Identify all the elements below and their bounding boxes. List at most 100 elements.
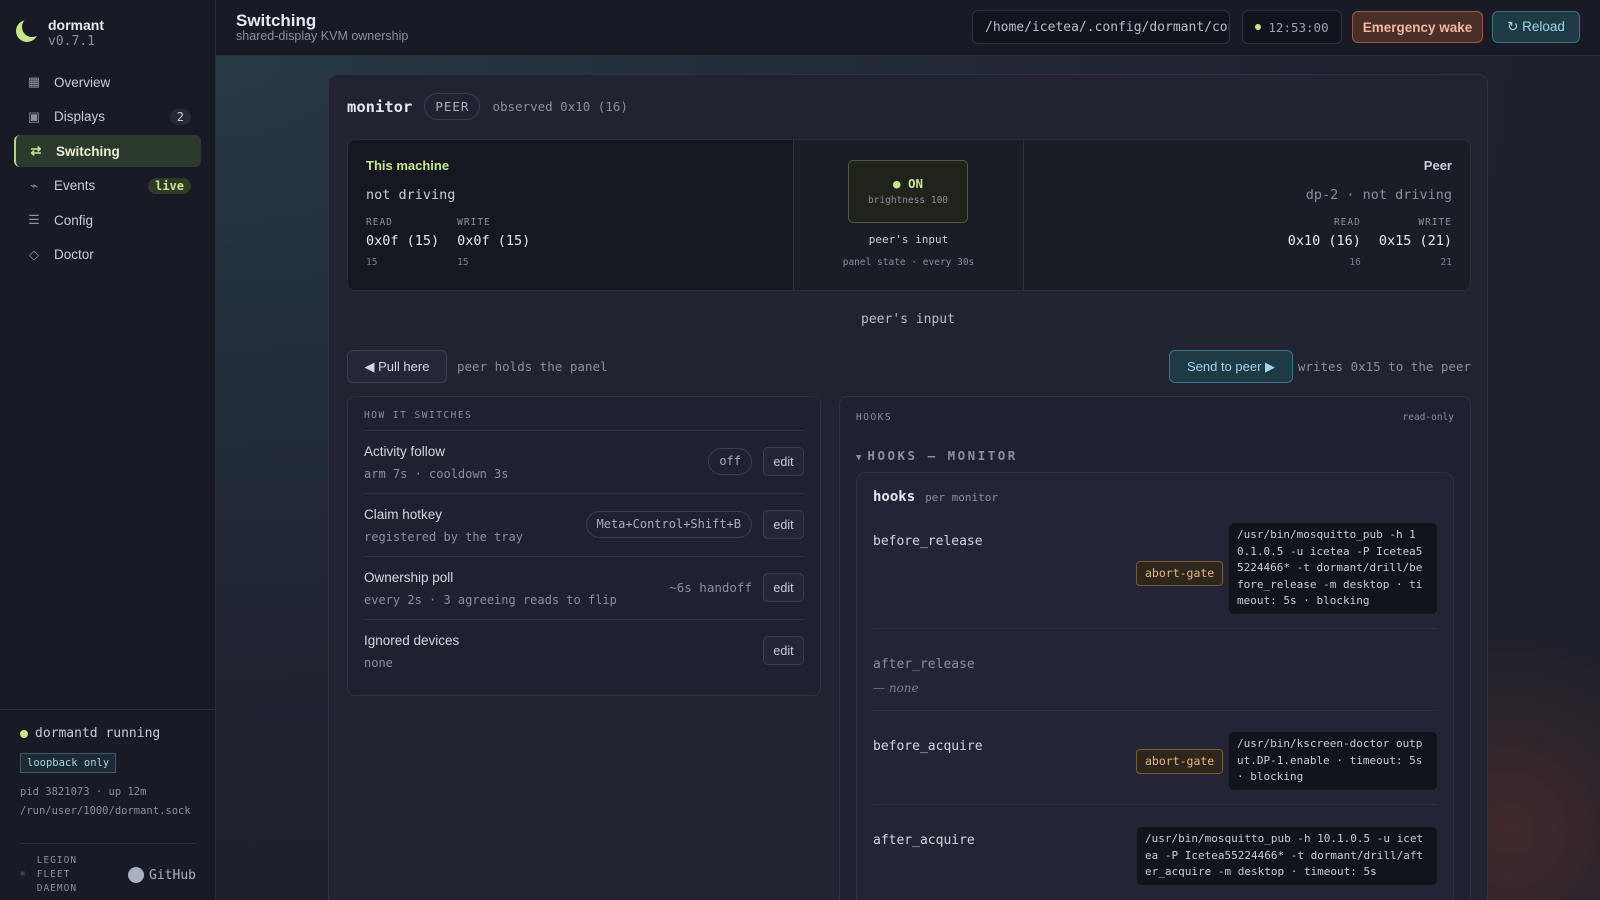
sidebar-item-label: Config xyxy=(54,212,94,228)
hooks-scope: per monitor xyxy=(925,491,999,504)
sidebar-item-doctor[interactable]: ◇ Doctor xyxy=(14,239,201,271)
reload-button[interactable]: ↻ Reload xyxy=(1492,11,1580,43)
activity-follow-state: off xyxy=(708,448,752,475)
diamond-icon: ◇ xyxy=(29,246,39,262)
monitor-header: monitor PEER observed 0x10 (16) xyxy=(347,93,628,120)
hook-before-release: before_release abort-gate /usr/bin/mosqu… xyxy=(873,505,1437,629)
clock-dot-icon xyxy=(1255,24,1262,30)
write-decimal: 21 xyxy=(1440,257,1452,268)
write-register: WRITE 0x15 (21) 21 xyxy=(1379,217,1452,268)
edit-button[interactable]: edit xyxy=(763,510,804,539)
panel-poll-interval: panel state · every 30s xyxy=(842,257,975,268)
setting-activity-follow: Activity follow arm 7s · cooldown 3s off… xyxy=(364,431,804,494)
brightness-value: brightness 100 xyxy=(867,195,949,206)
peer-panel: Peer dp-2 · not driving READ 0x10 (16) 1… xyxy=(1024,140,1470,290)
edit-button[interactable]: edit xyxy=(763,447,804,476)
abort-gate-badge: abort-gate xyxy=(1136,561,1224,586)
hook-before-acquire: before_acquire abort-gate /usr/bin/kscre… xyxy=(873,711,1437,805)
this-machine-registers: READ 0x0f (15) 15 WRITE 0x0f (15) 15 xyxy=(366,217,775,268)
daemon-socket: /run/user/1000/dormant.sock xyxy=(20,805,191,817)
write-label: WRITE xyxy=(457,217,491,228)
send-to-peer-button[interactable]: Send to peer ▶ xyxy=(1169,350,1293,383)
setting-claim-hotkey: Claim hotkey registered by the tray Meta… xyxy=(364,494,804,557)
fleet-line: FLEET xyxy=(36,869,71,880)
pulse-icon: ⌁ xyxy=(30,177,38,193)
write-register: WRITE 0x0f (15) 15 xyxy=(457,217,530,268)
peer-status: dp-2 · not driving xyxy=(1305,187,1452,203)
setting-detail: registered by the tray xyxy=(364,530,523,544)
daemon-pid: pid 3821073 · up 12m xyxy=(20,786,147,798)
github-icon xyxy=(128,867,145,883)
hotkey-value: Meta+Control+Shift+B xyxy=(585,511,752,538)
sidebar-item-events[interactable]: ⌁ Events live xyxy=(14,170,201,202)
abort-gate-badge: abort-gate xyxy=(1136,749,1224,774)
moon-logo-icon xyxy=(16,17,42,42)
read-register: READ 0x0f (15) 15 xyxy=(366,217,439,268)
sidebar-item-overview[interactable]: ▦ Overview xyxy=(14,66,201,98)
section-label: HOW IT SWITCHES xyxy=(364,410,804,431)
status-dot-icon xyxy=(20,729,28,738)
write-value: 0x15 (21) xyxy=(1378,233,1452,249)
daemon-meta: pid 3821073 · up 12m /run/user/1000/dorm… xyxy=(20,783,196,821)
hook-name: before_acquire xyxy=(873,739,983,754)
swap-icon: ⇄ xyxy=(30,143,42,158)
setting-detail: every 2s · 3 agreeing reads to flip xyxy=(364,593,617,607)
hook-after-release: after_release — none xyxy=(873,629,1437,711)
this-machine-status: not driving xyxy=(366,187,456,203)
brand: dormant v0.7.1 xyxy=(16,16,104,49)
fleet-line: LEGION xyxy=(36,855,78,866)
edit-button[interactable]: edit xyxy=(763,636,804,665)
power-state-box: ● ON brightness 100 xyxy=(848,160,968,223)
read-only-label: read-only xyxy=(1402,412,1454,423)
sidebar-nav: ▦ Overview ▣ Displays 2 ⇄ Switching ⌁ Ev… xyxy=(14,66,201,273)
setting-detail: arm 7s · cooldown 3s xyxy=(364,467,509,481)
fleet-daemon-link[interactable]: ☼ LEGION FLEET DAEMON xyxy=(20,854,77,896)
hook-name: after_acquire xyxy=(873,833,975,848)
config-path-field[interactable]: /home/icetea/.config/dormant/config.toml xyxy=(972,10,1230,44)
write-value: 0x0f (15) xyxy=(457,233,531,249)
hooks-title: hooks xyxy=(873,489,916,505)
current-input: peer's input xyxy=(861,312,955,327)
peer-registers: READ 0x10 (16) 16 WRITE 0x15 (21) 21 xyxy=(1042,217,1452,268)
hooks-group-toggle[interactable]: ▼ HOOKS — MONITOR xyxy=(856,448,1454,463)
hook-name: after_release xyxy=(873,657,975,672)
hook-command: /usr/bin/kscreen-doctor output.DP-1.enab… xyxy=(1229,732,1437,790)
sidebar-item-label: Switching xyxy=(56,143,120,159)
setting-title: Activity follow xyxy=(364,444,446,459)
sidebar-links: ☼ LEGION FLEET DAEMON GitHub xyxy=(20,843,196,896)
sidebar-item-switching[interactable]: ⇄ Switching xyxy=(14,135,201,167)
observed-value: observed 0x10 (16) xyxy=(492,99,628,114)
read-label: READ xyxy=(1333,217,1361,228)
read-value: 0x10 (16) xyxy=(1287,233,1361,249)
hooks-header: HOOKS read-only xyxy=(856,397,1454,437)
read-value: 0x0f (15) xyxy=(366,233,440,249)
switch-actions: ◀ Pull here peer holds the panel Send to… xyxy=(347,350,1471,384)
grid-icon: ▦ xyxy=(27,74,41,89)
emergency-wake-button[interactable]: Emergency wake xyxy=(1352,11,1483,43)
write-label: WRITE xyxy=(1418,217,1452,228)
sun-icon: ☼ xyxy=(20,869,27,880)
hooks-group-label: HOOKS — MONITOR xyxy=(867,448,1018,463)
clock: 12:53:00 xyxy=(1242,10,1342,44)
page-subtitle: shared-display KVM ownership xyxy=(236,29,409,43)
power-state: ● ON xyxy=(892,176,924,191)
daemon-status-text: dormantd running xyxy=(35,726,161,741)
daemon-running-row: dormantd running xyxy=(20,726,196,741)
setting-ignored-devices: Ignored devices none edit xyxy=(364,620,804,683)
pull-here-button[interactable]: ◀ Pull here xyxy=(347,350,447,383)
sidebar-item-config[interactable]: ☰ Config xyxy=(14,204,201,236)
live-badge: live xyxy=(148,177,191,194)
monitor-card: monitor PEER observed 0x10 (16) This mac… xyxy=(328,74,1488,900)
hooks-box-title: hooks per monitor xyxy=(873,489,1437,505)
how-it-switches-panel: HOW IT SWITCHES Activity follow arm 7s ·… xyxy=(347,396,821,696)
daemon-status: dormantd running loopback only pid 38210… xyxy=(0,709,216,837)
sidebar-item-displays[interactable]: ▣ Displays 2 xyxy=(14,101,201,133)
setting-detail: none xyxy=(364,656,393,670)
panel-state: ● ON brightness 100 peer's input panel s… xyxy=(794,140,1024,290)
monitor-name: monitor xyxy=(347,97,413,116)
handoff-time: ~6s handoff xyxy=(669,580,752,595)
github-link[interactable]: GitHub xyxy=(128,867,196,883)
edit-button[interactable]: edit xyxy=(763,573,804,602)
main-content: monitor PEER observed 0x10 (16) This mac… xyxy=(216,56,1600,900)
loopback-badge: loopback only xyxy=(20,753,117,773)
